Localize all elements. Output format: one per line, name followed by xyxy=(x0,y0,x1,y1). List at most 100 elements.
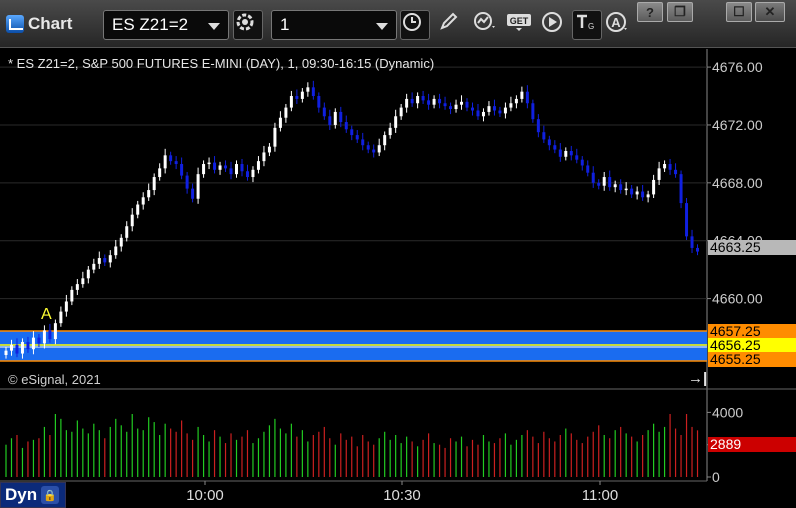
candle-body xyxy=(333,111,337,125)
candle-body xyxy=(37,337,41,344)
candle-body xyxy=(361,139,365,146)
candle-body xyxy=(509,103,513,108)
scroll-to-end-icon[interactable]: →| xyxy=(688,370,707,387)
candle-body xyxy=(624,188,628,191)
candle-body xyxy=(405,98,409,108)
candle-body xyxy=(26,341,30,350)
candle-body xyxy=(569,151,573,156)
volume-tag: 2889 xyxy=(708,437,796,452)
candle-body xyxy=(119,237,123,247)
candle-body xyxy=(591,172,595,183)
lock-icon[interactable]: 🔒 xyxy=(41,486,60,504)
candle-body xyxy=(235,164,239,175)
candle-body xyxy=(597,182,601,186)
candle-body xyxy=(141,197,145,205)
candle-body xyxy=(498,110,502,114)
candle-body xyxy=(108,255,112,263)
candle-body xyxy=(465,101,469,108)
candle-body xyxy=(372,149,376,153)
candle-body xyxy=(476,110,480,117)
chart-background xyxy=(0,49,796,508)
candle-body xyxy=(262,152,266,162)
candle-body xyxy=(383,135,387,146)
price-tick-label: 4668.00 xyxy=(712,175,763,191)
candle-body xyxy=(245,171,249,178)
candle-body xyxy=(185,175,189,189)
candle-body xyxy=(125,226,129,238)
candle-body xyxy=(202,164,206,175)
candle-body xyxy=(42,330,46,344)
candle-body xyxy=(114,246,118,256)
candle-body xyxy=(679,174,683,204)
candle-body xyxy=(158,168,162,178)
copyright-text: © eSignal, 2021 xyxy=(8,372,101,387)
candle-body xyxy=(97,258,101,264)
candle-body xyxy=(59,311,63,324)
candle-body xyxy=(663,164,667,169)
candle-body xyxy=(503,107,507,114)
candle-body xyxy=(641,191,645,198)
candle-body xyxy=(492,106,496,111)
candle-body xyxy=(525,91,529,104)
range-band xyxy=(0,331,707,361)
candle-body xyxy=(196,174,200,199)
candle-body xyxy=(278,117,282,128)
candle-body xyxy=(251,169,255,178)
candle-body xyxy=(553,145,557,150)
candle-body xyxy=(317,96,321,108)
candle-body xyxy=(619,184,623,191)
candle-body xyxy=(366,145,370,150)
candle-body xyxy=(602,177,606,186)
candle-body xyxy=(180,164,184,176)
candle-body xyxy=(580,159,584,166)
candle-body xyxy=(470,107,474,111)
mode-label[interactable]: Dyn xyxy=(5,485,37,505)
candle-body xyxy=(289,96,293,108)
candle-body xyxy=(163,155,167,169)
candle-body xyxy=(147,190,151,198)
candle-body xyxy=(421,96,425,101)
time-tick-label: 10:30 xyxy=(383,487,421,504)
candle-body xyxy=(339,111,343,123)
candle-body xyxy=(152,177,156,191)
candle-body xyxy=(668,164,672,170)
time-tick-label: 10:00 xyxy=(186,487,224,504)
candle-body xyxy=(696,247,700,252)
candle-body xyxy=(284,107,288,118)
candle-body xyxy=(399,107,403,117)
candle-body xyxy=(531,103,535,120)
price-tick-label: 4672.00 xyxy=(712,117,763,133)
candle-body xyxy=(377,145,381,153)
candle-body xyxy=(355,135,359,140)
candle-body xyxy=(15,344,19,354)
candle-body xyxy=(53,323,57,340)
candle-body xyxy=(300,91,304,99)
candle-body xyxy=(350,129,354,136)
candle-body xyxy=(427,100,431,105)
candle-body xyxy=(328,116,332,125)
dynamic-mode-button[interactable]: Dyn 🔒 xyxy=(0,482,66,508)
candle-body xyxy=(547,139,551,146)
candle-body xyxy=(273,127,277,147)
candle-body xyxy=(64,301,68,312)
candle-body xyxy=(322,107,326,117)
candle-body xyxy=(229,168,233,175)
candle-body xyxy=(388,127,392,136)
volume-tick-label: 4000 xyxy=(712,404,743,420)
candle-body xyxy=(432,98,436,105)
candle-body xyxy=(690,236,694,248)
candle-body xyxy=(174,161,178,165)
candle-body xyxy=(311,87,315,97)
candle-body xyxy=(449,106,453,110)
candle-body xyxy=(267,146,271,153)
candle-body xyxy=(410,98,414,104)
candle-body xyxy=(103,258,107,263)
candle-body xyxy=(224,165,228,169)
candle-body xyxy=(652,179,656,195)
candle-body xyxy=(575,155,579,160)
candle-body xyxy=(542,132,546,140)
candle-body xyxy=(657,168,661,180)
candle-body xyxy=(86,269,90,279)
candle-body xyxy=(92,263,96,270)
price-chart[interactable]: 4676.004672.004668.004664.004660.0040002… xyxy=(0,0,796,508)
